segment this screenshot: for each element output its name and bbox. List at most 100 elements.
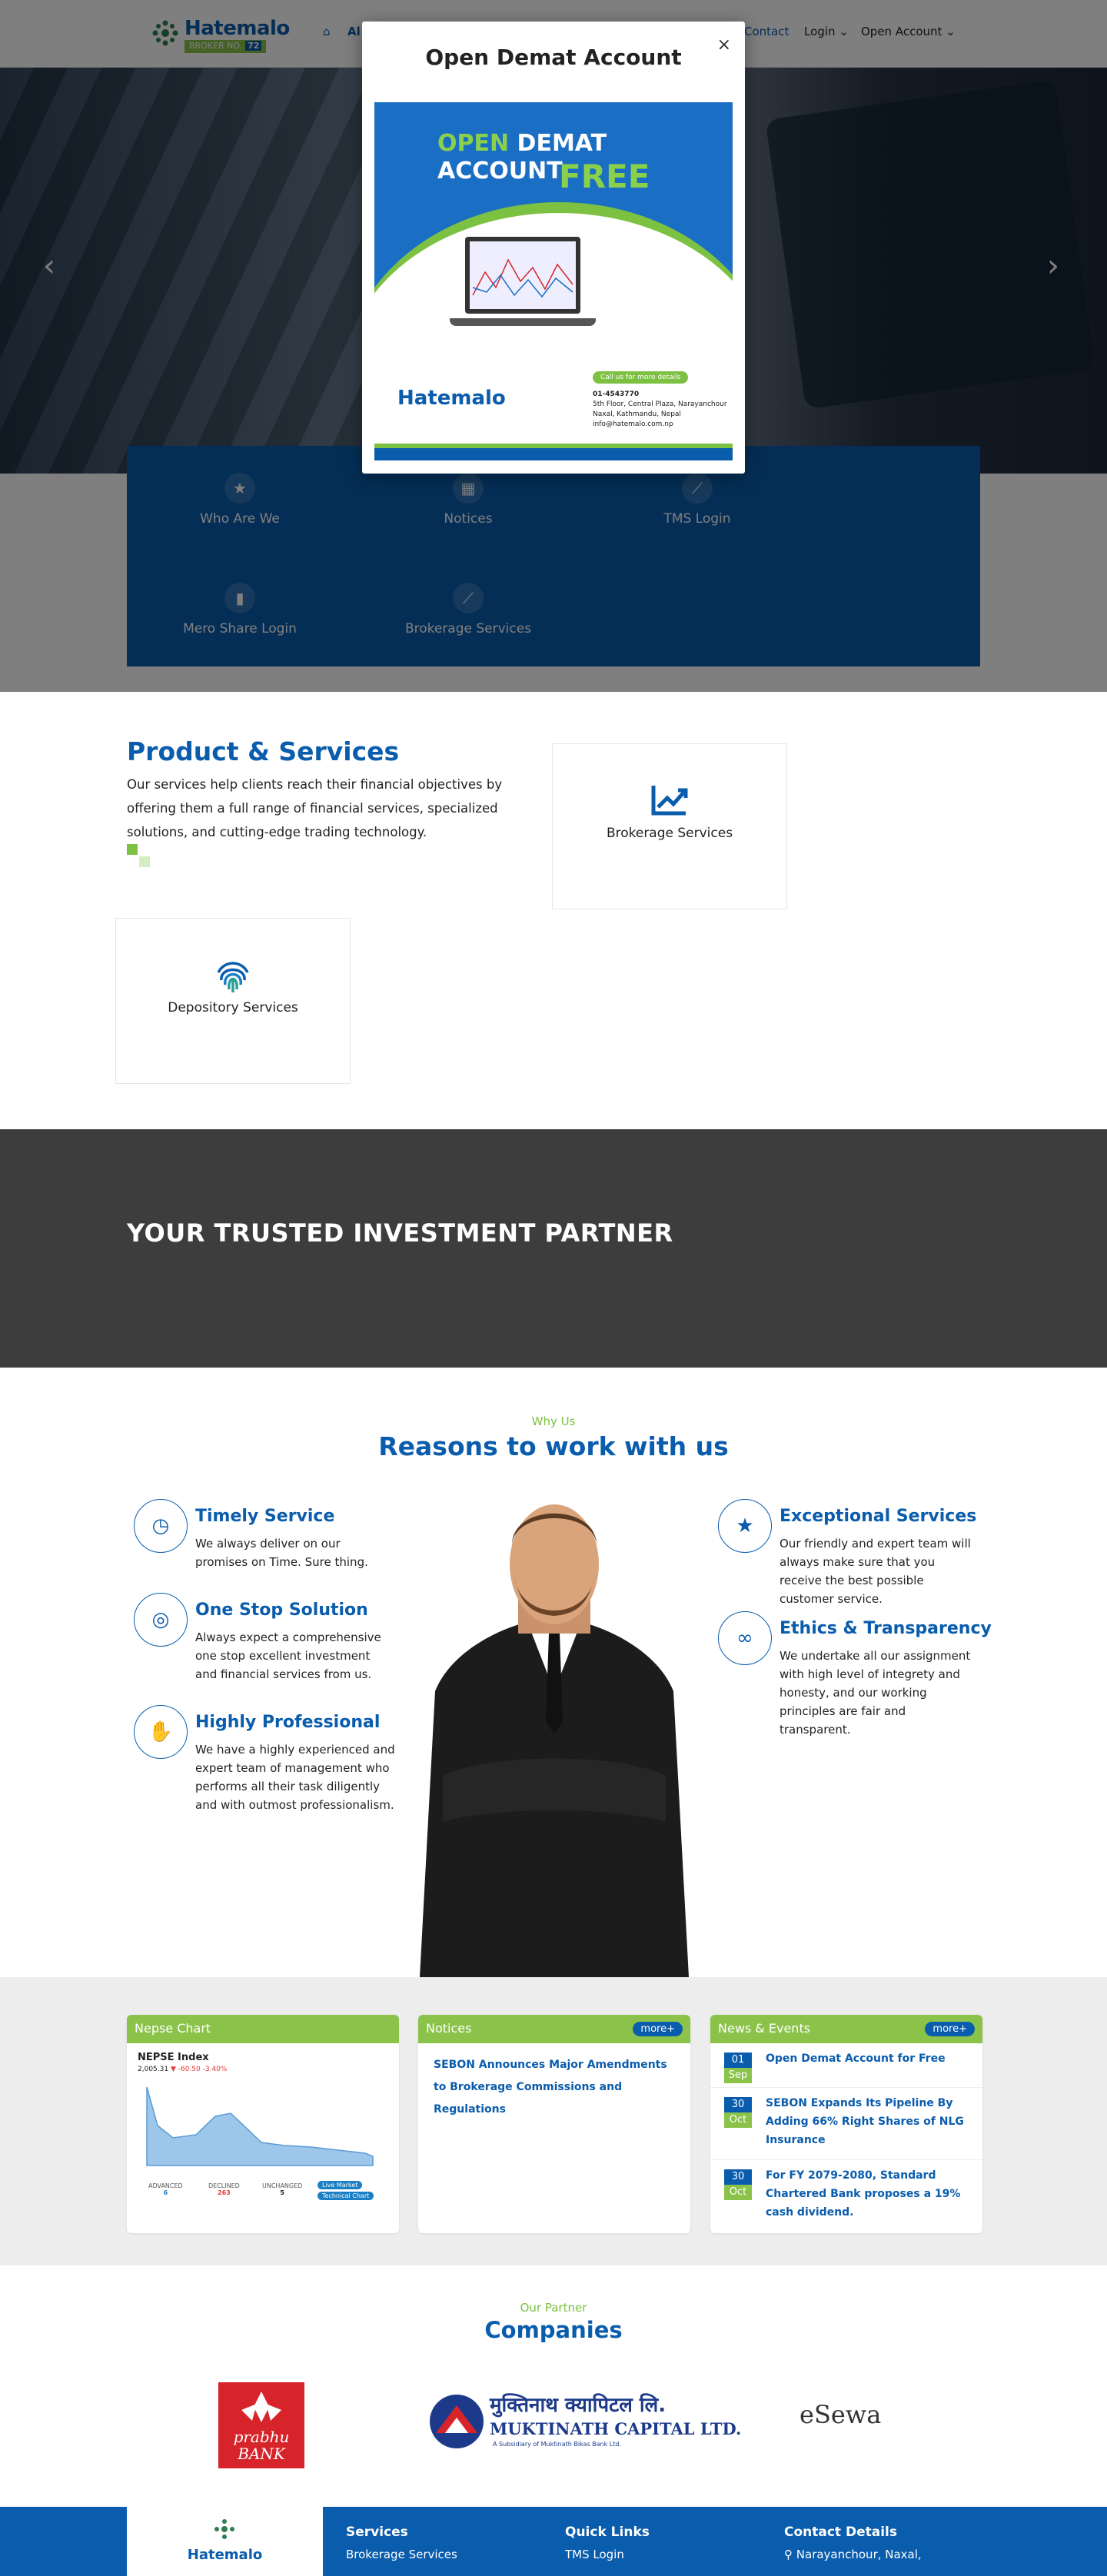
widget-title: News & Events (718, 2021, 811, 2036)
depository-services-card[interactable]: Depository Services (115, 918, 351, 1084)
technical-chart-button[interactable]: Technical Chart (317, 2192, 374, 2200)
promo-contact-info: 01-4543770 5th Floor, Central Plaza, Nar… (593, 390, 727, 430)
card-label: Brokerage Services (606, 826, 733, 841)
nepse-chart[interactable]: NEPSE Index 2,005.31 ▼ -60.50 -3.40% ADV… (135, 2049, 391, 2227)
promo-call-badge: Call us for more details (593, 371, 689, 384)
nepse-area-chart (146, 2086, 374, 2166)
footer-quick-link[interactable]: TMS Login (565, 2548, 624, 2561)
footer-logo-mark-icon (214, 2519, 234, 2539)
reason-text: We undertake all our assignment with hig… (780, 1649, 971, 1737)
tagline-band (0, 1129, 1107, 1368)
news-date: 30 Oct (724, 2169, 752, 2200)
news-title[interactable]: For FY 2079-2080, Standard Chartered Ban… (766, 2166, 966, 2222)
product-services-title: Product & Services (127, 736, 400, 766)
nepse-index-value: 2,005.31 ▼ -60.50 -3.40% (138, 2066, 227, 2073)
reason-title: One Stop Solution (195, 1600, 368, 1620)
trend-up-icon (553, 783, 786, 826)
reason-title: Ethics & Transparency (780, 1619, 992, 1638)
footer-services-link[interactable]: Brokerage Services (346, 2548, 457, 2561)
reason-text: We have a highly experienced and expert … (195, 1743, 395, 1812)
news-item[interactable]: 01 Sep Open Demat Account for Free (710, 2043, 982, 2088)
handshake-icon: ✋ (134, 1705, 188, 1759)
stat-value: 263 (218, 2189, 231, 2196)
demat-modal: Open Demat Account × OPEN DEMAT ACCOUNT … (362, 22, 745, 474)
reason-text: Our friendly and expert team will always… (780, 1537, 971, 1606)
promo-address-2: Naxal, Kathmandu, Nepal (593, 410, 681, 418)
news-month: Oct (724, 2185, 752, 2200)
tagline-title: YOUR TRUSTED INVESTMENT PARTNER (127, 1218, 673, 1248)
widget-header: News & Events more+ (710, 2015, 982, 2043)
news-title[interactable]: Open Demat Account for Free (766, 2049, 966, 2068)
prabhu-bank-logo[interactable]: prabhu BANK (218, 2382, 304, 2468)
footer-address-text: Narayanchour, Naxal, (796, 2548, 922, 2561)
nepse-index-label: NEPSE Index (138, 2052, 209, 2063)
news-title[interactable]: SEBON Expands Its Pipeline By Adding 66%… (766, 2094, 966, 2149)
news-day: 30 (724, 2097, 752, 2112)
stat-advanced: ADVANCED 6 (148, 2182, 183, 2196)
brokerage-services-card[interactable]: Brokerage Services (552, 743, 787, 909)
live-market-button[interactable]: Live Market (317, 2181, 363, 2189)
reason-title: Exceptional Services (780, 1507, 977, 1526)
promo-free: FREE (559, 158, 650, 195)
businessman-image (420, 1504, 689, 1977)
news-date: 01 Sep (724, 2052, 752, 2083)
promo-footer-bar (374, 444, 733, 460)
close-icon[interactable]: × (717, 35, 731, 55)
stat-label: ADVANCED (148, 2182, 183, 2189)
esewa-text: eSewa (800, 2400, 882, 2429)
news-month: Oct (724, 2112, 752, 2128)
promo-logo: Hatemalo (397, 387, 506, 410)
news-day: 30 (724, 2169, 752, 2185)
notices-more-button[interactable]: more+ (633, 2022, 683, 2036)
clock-icon: ◷ (134, 1499, 188, 1553)
widget-header: Nepse Chart (127, 2015, 399, 2043)
reason-title: Timely Service (195, 1507, 335, 1526)
esewa-logo[interactable]: eSewa (800, 2400, 892, 2431)
promo-phone: 01-4543770 (593, 391, 640, 398)
stat-value: 6 (163, 2189, 168, 2196)
nepse-stats: ADVANCED 6 DECLINED 263 UNCHANGED 5 Live Ma… (138, 2181, 388, 2204)
footer-logo-text: Hatemalo (187, 2547, 263, 2563)
laptop-base (450, 318, 596, 326)
reason-text: Always expect a comprehensive one stop e… (195, 1630, 381, 1681)
demat-promo-image[interactable]: OPEN DEMAT ACCOUNT FREE Hatemalo Call us… (374, 102, 733, 460)
notices-widget: Notices more+ SEBON Announces Major Amend… (418, 2015, 690, 2233)
star-icon: ★ (718, 1499, 772, 1553)
footer-services-title: Services (346, 2524, 408, 2540)
news-month: Sep (724, 2068, 752, 2083)
prabhu-text: prabhu BANK (233, 2428, 290, 2463)
laptop-screen (465, 237, 580, 314)
stat-unchanged: UNCHANGED 5 (262, 2182, 302, 2196)
muktinath-capital-logo[interactable]: मुक्तिनाथ क्यापिटल लि. MUKTINATH CAPITAL… (428, 2387, 741, 2456)
reason-text: We always deliver on our promises on Tim… (195, 1537, 368, 1569)
product-services-text: Our services help clients reach their fi… (127, 777, 503, 839)
widget-title: Nepse Chart (135, 2021, 211, 2036)
why-title: Reasons to work with us (378, 1431, 729, 1461)
card-label: Depository Services (168, 1000, 298, 1015)
partners-subtitle: Our Partner (520, 2301, 587, 2315)
footer-contact-address: ⚲ Narayanchour, Naxal, (784, 2548, 922, 2561)
nepse-chart-widget: Nepse Chart NEPSE Index 2,005.31 ▼ -60.5… (127, 2015, 399, 2233)
news-more-button[interactable]: more+ (925, 2022, 975, 2036)
index-change: ▼ -60.50 -3.40% (170, 2066, 228, 2073)
notice-link[interactable]: SEBON Announces Major Amendments to Brok… (418, 2043, 690, 2132)
footer-contact-title: Contact Details (784, 2524, 897, 2540)
promo-email: info@hatemalo.com.np (593, 420, 673, 428)
modal-title: Open Demat Account (425, 45, 682, 70)
index-change-value: -60.50 (178, 2066, 201, 2073)
news-item[interactable]: 30 Oct SEBON Expands Its Pipeline By Addi… (710, 2088, 982, 2160)
news-events-widget: News & Events more+ 01 Sep Open Demat Acco… (710, 2015, 982, 2233)
news-date: 30 Oct (724, 2097, 752, 2128)
location-pin-icon: ⚲ (784, 2548, 793, 2561)
muktinath-en-text: MUKTINATH CAPITAL LTD. (490, 2419, 742, 2438)
muktinath-sub-text: A Subsidiary of Muktinath Bikas Bank Ltd… (493, 2441, 622, 2448)
widget-title: Notices (426, 2021, 472, 2036)
news-item[interactable]: 30 Oct For FY 2079-2080, Standard Charter… (710, 2160, 982, 2232)
stat-label: UNCHANGED (262, 2182, 303, 2189)
footer-logo[interactable]: Hatemalo (127, 2507, 323, 2576)
target-icon: ◎ (134, 1593, 188, 1647)
promo-address-1: 5th Floor, Central Plaza, Narayanchour (593, 401, 727, 408)
muktinath-emblem-icon (430, 2395, 484, 2448)
prabhu-emblem-icon (241, 2392, 281, 2422)
partners-title: Companies (484, 2317, 623, 2343)
